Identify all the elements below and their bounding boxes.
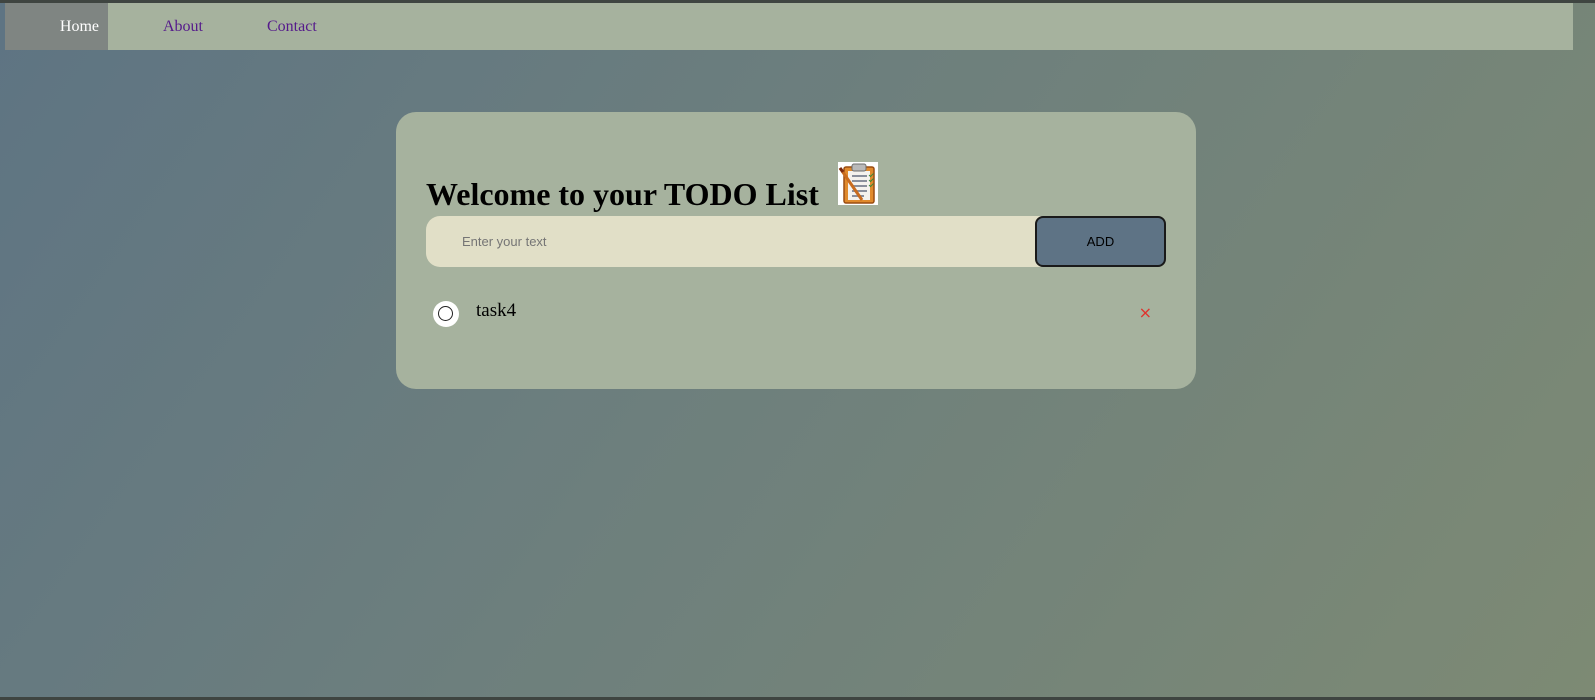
page-title: Welcome to your TODO List bbox=[426, 176, 819, 212]
nav-link-home[interactable]: Home bbox=[5, 3, 108, 50]
nav-link-home-label: Home bbox=[59, 18, 99, 35]
todo-card: Welcome to your TODO List ADD bbox=[396, 112, 1196, 389]
add-button[interactable]: ADD bbox=[1035, 216, 1166, 267]
delete-icon[interactable]: × bbox=[1139, 303, 1152, 323]
task-item: task4 × bbox=[426, 297, 1166, 331]
nav-link-about[interactable]: About bbox=[163, 3, 203, 50]
add-task-bar: ADD bbox=[426, 216, 1166, 267]
nav-link-contact[interactable]: Contact bbox=[267, 3, 317, 50]
page-background: Home About Contact Welcome to your TODO … bbox=[0, 3, 1595, 697]
task-complete-toggle[interactable] bbox=[433, 301, 459, 327]
task-input[interactable] bbox=[426, 216, 1026, 267]
clipboard-checklist-icon bbox=[838, 162, 878, 205]
task-text: task4 bbox=[476, 300, 517, 321]
top-navbar: Home About Contact bbox=[5, 3, 1573, 50]
task-list: task4 × bbox=[426, 297, 1166, 331]
